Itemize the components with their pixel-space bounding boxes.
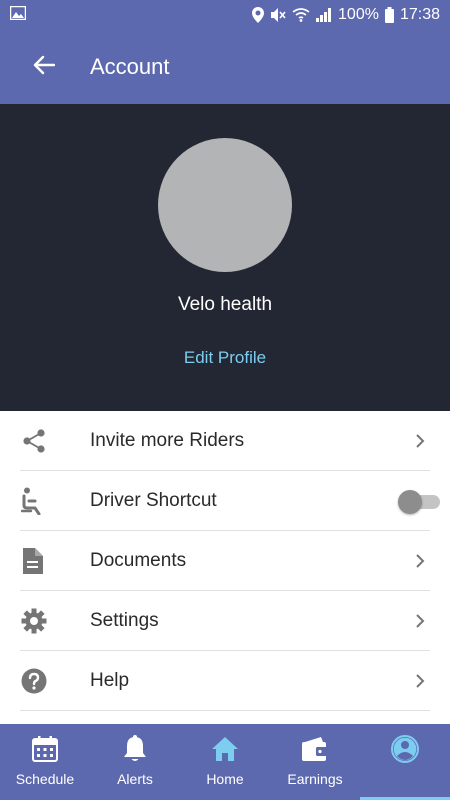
- driver-shortcut-toggle[interactable]: [398, 489, 442, 514]
- share-icon: [0, 411, 90, 471]
- nav-label: Alerts: [117, 771, 153, 787]
- status-bar: 100% 17:38: [0, 0, 450, 30]
- menu-item-driver-shortcut: Driver Shortcut: [0, 471, 450, 531]
- menu-item-label: Documents: [90, 550, 187, 571]
- nav-alerts[interactable]: Alerts: [90, 724, 180, 800]
- document-icon: [0, 531, 90, 591]
- profile-header: Velo health Edit Profile: [0, 104, 450, 411]
- edit-profile-link[interactable]: Edit Profile: [184, 348, 266, 368]
- account-icon: [391, 734, 419, 764]
- account-menu: Invite more Riders Driver Shortcut Docum…: [0, 411, 450, 711]
- mute-icon: [270, 7, 286, 23]
- bell-icon: [123, 734, 147, 764]
- gear-icon: [0, 591, 90, 651]
- menu-item-label: Invite more Riders: [90, 430, 245, 451]
- menu-item-label: Settings: [90, 610, 159, 631]
- bottom-navigation: Schedule Alerts Home Earnings: [0, 724, 450, 800]
- help-icon: [0, 651, 90, 711]
- menu-item-label: Help: [90, 670, 130, 691]
- home-icon: [211, 734, 239, 764]
- wifi-icon: [292, 8, 310, 22]
- profile-avatar[interactable]: [158, 138, 292, 272]
- battery-icon: [384, 7, 394, 23]
- nav-label: Schedule: [15, 771, 75, 787]
- arrow-left-icon: [33, 55, 56, 80]
- page-title: Account: [90, 54, 170, 79]
- chevron-right-icon: [390, 411, 450, 471]
- chevron-right-icon: [390, 591, 450, 651]
- menu-item-label: Driver Shortcut: [90, 490, 217, 511]
- image-icon: [9, 5, 27, 25]
- nav-earnings[interactable]: Earnings: [270, 724, 360, 800]
- back-button[interactable]: [0, 30, 90, 104]
- wallet-icon: [301, 734, 329, 764]
- location-icon: [252, 7, 265, 23]
- nav-schedule[interactable]: Schedule: [0, 724, 90, 800]
- app-bar: Account: [0, 30, 450, 104]
- nav-account[interactable]: [360, 724, 450, 800]
- chevron-right-icon: [390, 651, 450, 711]
- nav-label: Earnings: [287, 771, 343, 787]
- menu-item-invite-riders[interactable]: Invite more Riders: [0, 411, 450, 471]
- nav-home[interactable]: Home: [180, 724, 270, 800]
- menu-item-settings[interactable]: Settings: [0, 591, 450, 651]
- clock: 17:38: [399, 6, 440, 23]
- profile-name: Velo health: [177, 294, 273, 315]
- signal-icon: [316, 8, 332, 22]
- menu-item-help[interactable]: Help: [0, 651, 450, 711]
- seat-icon: [0, 471, 90, 531]
- battery-label: 100%: [338, 6, 379, 23]
- menu-item-documents[interactable]: Documents: [0, 531, 450, 591]
- chevron-right-icon: [390, 531, 450, 591]
- calendar-icon: [32, 734, 58, 764]
- nav-label: Home: [206, 771, 244, 787]
